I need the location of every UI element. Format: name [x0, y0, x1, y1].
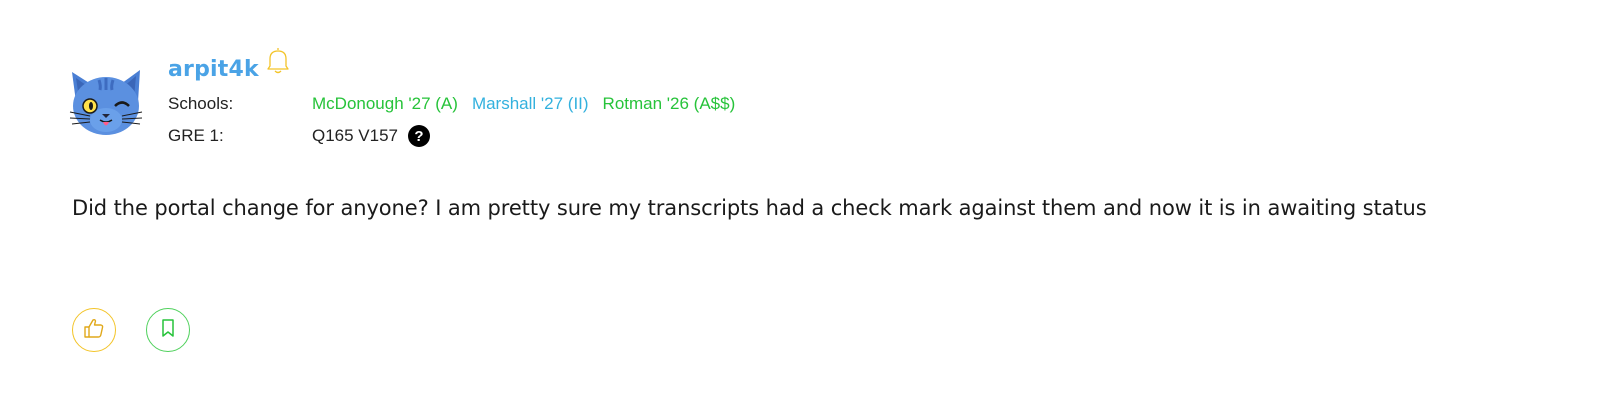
help-icon[interactable]: ?: [408, 125, 431, 147]
like-button[interactable]: [72, 308, 116, 352]
school-tag-marshall[interactable]: Marshall '27 (II): [472, 94, 589, 114]
post-header: arpit4k Schools: McDonough '27 (A) Marsh…: [168, 48, 749, 152]
bookmark-icon: [157, 317, 179, 344]
username-link[interactable]: arpit4k: [168, 48, 259, 92]
bookmark-button[interactable]: [146, 308, 190, 352]
thumbs-up-icon: [82, 316, 106, 345]
bell-icon[interactable]: [265, 46, 291, 76]
cat-avatar-icon[interactable]: [66, 66, 146, 138]
schools-row: Schools: McDonough '27 (A) Marshall '27 …: [168, 88, 749, 120]
gre-row: GRE 1: Q165 V157 ?: [168, 120, 749, 152]
forum-post: arpit4k Schools: McDonough '27 (A) Marsh…: [0, 0, 1600, 402]
gre-label: GRE 1:: [168, 126, 224, 145]
username-row: arpit4k: [168, 48, 749, 88]
post-body: Did the portal change for anyone? I am p…: [72, 196, 1427, 220]
gre-score: Q165 V157: [312, 126, 399, 145]
school-tag-rotman[interactable]: Rotman '26 (A$$): [603, 94, 736, 114]
schools-label: Schools:: [168, 94, 234, 113]
school-tag-mcdonough[interactable]: McDonough '27 (A): [312, 94, 458, 114]
